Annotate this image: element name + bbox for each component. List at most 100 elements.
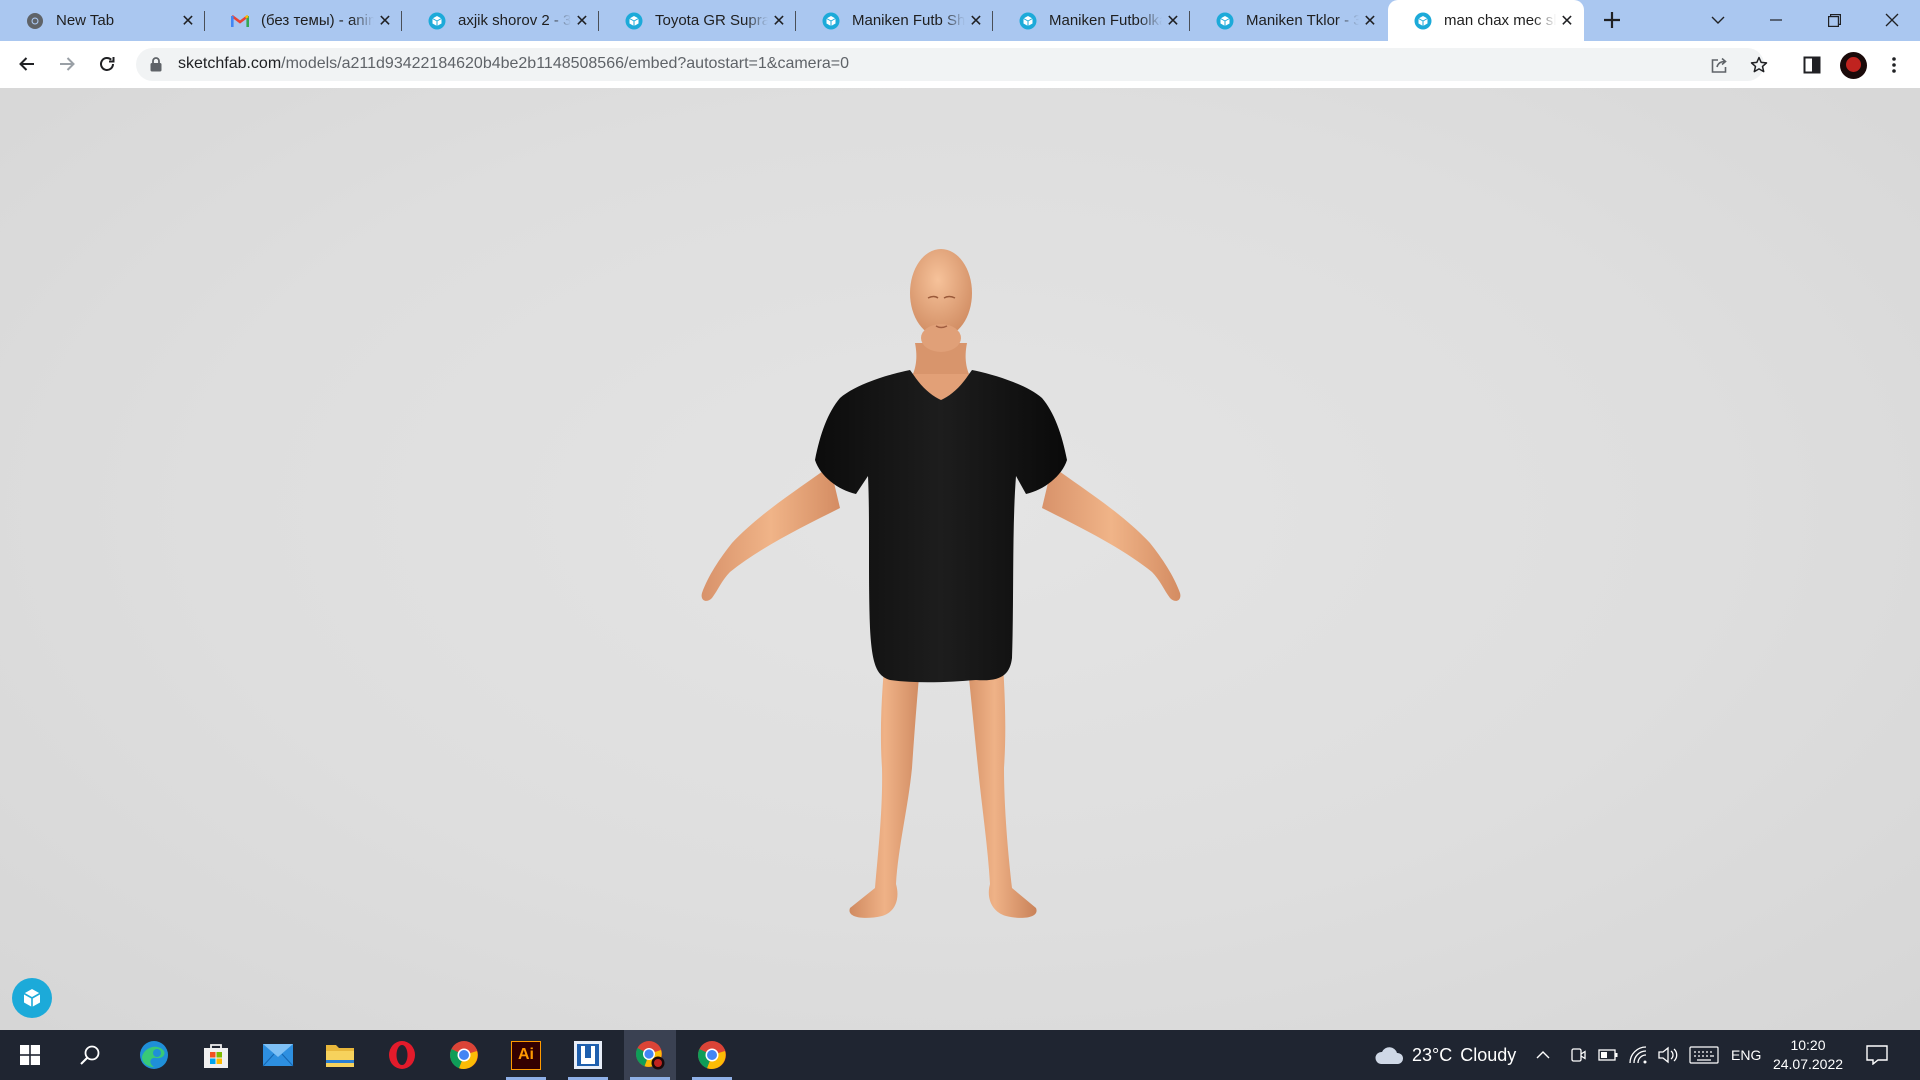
meet-now-icon[interactable] xyxy=(1569,1030,1587,1080)
tab-maniken-futb[interactable]: Maniken Futb Sh ✕ xyxy=(796,0,993,41)
sketchfab-icon xyxy=(822,12,840,30)
close-tab-icon[interactable]: ✕ xyxy=(1162,10,1184,32)
plus-icon xyxy=(1604,12,1620,28)
sketchfab-icon xyxy=(625,12,643,30)
forward-button[interactable] xyxy=(50,47,84,81)
tab-title: man chax mec sh xyxy=(1444,12,1556,29)
new-tab-button[interactable] xyxy=(1596,4,1628,36)
chrome-profile-icon xyxy=(635,1041,665,1070)
cloud-icon xyxy=(1375,1047,1404,1064)
microsoft-store-icon xyxy=(204,1044,228,1068)
volume-icon[interactable] xyxy=(1657,1030,1679,1080)
system-clock[interactable]: 10:20 24.07.2022 xyxy=(1762,1036,1854,1074)
taskbar-chrome-2[interactable] xyxy=(686,1030,738,1080)
wifi-icon[interactable] xyxy=(1628,1030,1648,1080)
tab-title: New Tab xyxy=(56,12,115,29)
browser-toolbar: sketchfab.com/models/a211d93422184620b4b… xyxy=(0,41,1920,88)
close-tab-icon[interactable]: ✕ xyxy=(177,10,199,32)
show-hidden-icons-button[interactable] xyxy=(1536,1030,1550,1080)
mail-icon xyxy=(262,1044,294,1067)
tab-title: Maniken Futb Sh xyxy=(852,12,965,29)
lock-icon[interactable] xyxy=(150,57,162,77)
edge-icon xyxy=(140,1041,168,1069)
sketchfab-icon xyxy=(428,12,446,30)
tab-title: Toyota GR Supra xyxy=(655,12,768,29)
battery-icon[interactable] xyxy=(1598,1030,1618,1080)
address-bar[interactable]: sketchfab.com/models/a211d93422184620b4b… xyxy=(136,48,1768,81)
tab-title: (без темы) - anim xyxy=(261,12,374,29)
app-window-icon xyxy=(574,1041,602,1069)
tab-title: axjik shorov 2 - 3D xyxy=(458,12,571,29)
windows-taskbar: Ai 23°C Cloudy ENG 10:20 24.07.2022 xyxy=(0,1030,1920,1080)
taskbar-search-button[interactable] xyxy=(64,1030,116,1080)
taskbar-store[interactable] xyxy=(190,1030,242,1080)
input-language-button[interactable]: ENG xyxy=(1731,1030,1761,1080)
chevron-up-icon xyxy=(1536,1051,1550,1059)
touch-keyboard-icon[interactable] xyxy=(1689,1030,1719,1080)
tab-strip: New Tab ✕ (без темы) - anim ✕ axjik shor… xyxy=(0,0,1920,41)
side-panel-icon[interactable] xyxy=(1800,53,1824,77)
tab-new-tab[interactable]: New Tab ✕ xyxy=(0,0,205,41)
chevron-down-icon xyxy=(1711,16,1725,24)
taskbar-app-window[interactable] xyxy=(562,1030,614,1080)
sketchfab-viewer[interactable] xyxy=(0,88,1920,1030)
tab-title: Maniken Tklor - 3D xyxy=(1246,12,1359,29)
sketchfab-icon xyxy=(1414,12,1432,30)
weather-temperature: 23°C xyxy=(1412,1044,1453,1065)
restore-button[interactable] xyxy=(1810,0,1858,40)
close-tab-icon[interactable]: ✕ xyxy=(768,10,790,32)
tab-axjik-shorov[interactable]: axjik shorov 2 - 3D ✕ xyxy=(402,0,599,41)
arrow-left-icon xyxy=(19,57,34,71)
tab-title: Maniken Futbolka xyxy=(1049,12,1162,29)
language-indicator: ENG xyxy=(1731,1047,1762,1063)
tab-maniken-tklor[interactable]: Maniken Tklor - 3D ✕ xyxy=(1190,0,1387,41)
taskbar-opera[interactable] xyxy=(376,1030,428,1080)
opera-icon xyxy=(389,1041,415,1069)
url-path: /models/a211d93422184620b4be2b1148508566… xyxy=(281,55,850,72)
mannequin-model[interactable] xyxy=(660,198,1260,918)
close-tab-icon[interactable]: ✕ xyxy=(571,10,593,32)
bookmark-star-icon[interactable] xyxy=(1750,56,1768,74)
chrome-icon xyxy=(449,1041,478,1069)
tab-maniken-futbolka[interactable]: Maniken Futbolka ✕ xyxy=(993,0,1190,41)
sketchfab-icon xyxy=(23,989,41,1007)
close-tab-icon[interactable]: ✕ xyxy=(374,10,396,32)
share-icon[interactable] xyxy=(1710,56,1728,74)
chrome-icon xyxy=(26,12,44,30)
start-button[interactable] xyxy=(4,1030,56,1080)
tab-man-chax-mec[interactable]: man chax mec sh ✕ xyxy=(1388,0,1584,41)
taskbar-edge[interactable] xyxy=(128,1030,180,1080)
tab-gmail[interactable]: (без темы) - anim ✕ xyxy=(205,0,402,41)
weather-widget[interactable]: 23°C Cloudy xyxy=(1374,1030,1516,1080)
taskbar-file-explorer[interactable] xyxy=(314,1030,366,1080)
sketchfab-icon xyxy=(1216,12,1234,30)
close-icon xyxy=(1885,13,1899,27)
taskbar-mail[interactable] xyxy=(252,1030,304,1080)
notification-icon xyxy=(1866,1045,1888,1065)
taskbar-illustrator[interactable]: Ai xyxy=(500,1030,552,1080)
tab-toyota[interactable]: Toyota GR Supra ✕ xyxy=(599,0,796,41)
taskbar-chrome[interactable] xyxy=(438,1030,490,1080)
close-tab-icon[interactable]: ✕ xyxy=(1556,10,1578,32)
back-button[interactable] xyxy=(10,47,44,81)
url-host: sketchfab.com xyxy=(178,55,282,72)
menu-kebab-icon[interactable] xyxy=(1882,53,1906,77)
reload-button[interactable] xyxy=(90,47,124,81)
search-icon xyxy=(80,1045,100,1065)
minimize-button[interactable] xyxy=(1752,0,1800,40)
sketchfab-logo-button[interactable] xyxy=(12,978,52,1018)
arrow-right-icon xyxy=(60,57,75,71)
close-tab-icon[interactable]: ✕ xyxy=(965,10,987,32)
close-window-button[interactable] xyxy=(1868,0,1916,40)
sketchfab-icon xyxy=(1019,12,1037,30)
profile-avatar[interactable] xyxy=(1840,52,1867,79)
gmail-icon xyxy=(231,12,249,30)
url-text[interactable]: sketchfab.com/models/a211d93422184620b4b… xyxy=(178,55,849,73)
tab-search-button[interactable] xyxy=(1694,0,1742,40)
notification-center-button[interactable] xyxy=(1866,1030,1888,1080)
weather-condition: Cloudy xyxy=(1460,1044,1517,1065)
minimize-icon xyxy=(1770,19,1782,21)
taskbar-chrome-profile[interactable] xyxy=(624,1030,676,1080)
close-tab-icon[interactable]: ✕ xyxy=(1359,10,1381,32)
chrome-icon xyxy=(697,1041,726,1069)
